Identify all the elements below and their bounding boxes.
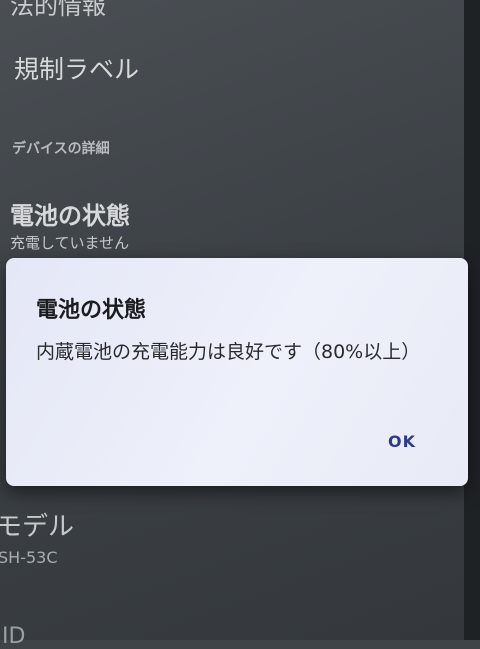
dialog-message: 内蔵電池の充電能力は良好です（80%以上） xyxy=(36,341,421,363)
ok-button[interactable]: OK xyxy=(388,432,416,451)
battery-status-item[interactable]: 電池の状態 xyxy=(10,196,130,231)
legal-info-item[interactable]: 法的情報 xyxy=(10,0,106,21)
battery-status-summary: 充電していません xyxy=(10,234,130,252)
dialog-title: 電池の状態 xyxy=(36,298,147,323)
id-item[interactable]: ID xyxy=(2,624,25,649)
device-details-header: デバイスの詳細 xyxy=(12,141,110,157)
battery-status-dialog: 電池の状態 内蔵電池の充電能力は良好です（80%以上） OK xyxy=(6,258,468,486)
regulatory-label-item[interactable]: 規制ラベル xyxy=(14,50,139,86)
model-item[interactable]: モデル xyxy=(0,506,74,543)
model-value: SH-53C xyxy=(0,548,58,567)
